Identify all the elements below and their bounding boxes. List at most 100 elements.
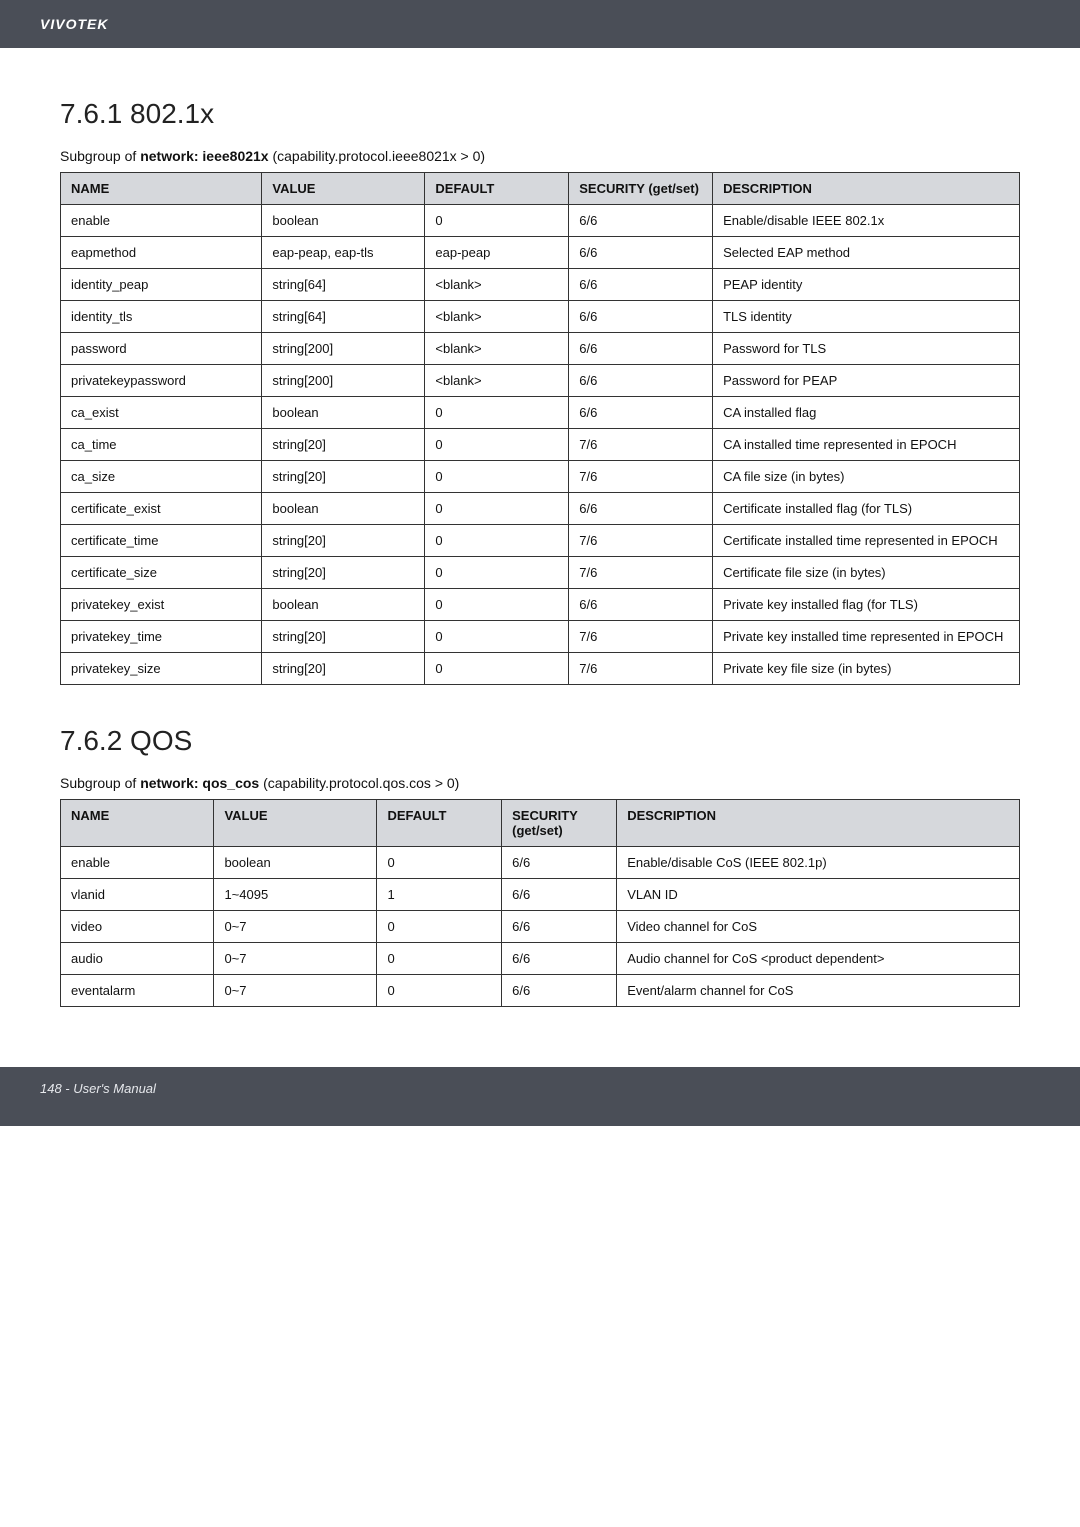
col-name-header: NAME [61, 800, 214, 847]
table-header-row: NAME VALUE DEFAULT SECURITY (get/set) DE… [61, 800, 1020, 847]
cell-security: 6/6 [569, 365, 713, 397]
table-row: enableboolean06/6Enable/disable IEEE 802… [61, 205, 1020, 237]
cell-value: string[20] [262, 557, 425, 589]
doc-footer: 148 - User's Manual [0, 1067, 1080, 1126]
cell-name: ca_size [61, 461, 262, 493]
cell-security: 6/6 [569, 493, 713, 525]
cell-security: 6/6 [569, 397, 713, 429]
cell-name: video [61, 911, 214, 943]
subgroup-name: network: qos_cos [140, 775, 259, 791]
cell-name: certificate_size [61, 557, 262, 589]
cell-value: string[64] [262, 301, 425, 333]
cell-desc: Enable/disable IEEE 802.1x [713, 205, 1020, 237]
cell-security: 6/6 [502, 975, 617, 1007]
cell-desc: Video channel for CoS [617, 911, 1020, 943]
cell-value: string[200] [262, 333, 425, 365]
footer-text: 148 - User's Manual [40, 1081, 156, 1096]
cell-value: string[20] [262, 429, 425, 461]
cell-default: 0 [377, 847, 502, 879]
cell-desc: VLAN ID [617, 879, 1020, 911]
cell-desc: Certificate file size (in bytes) [713, 557, 1020, 589]
cell-value: boolean [262, 493, 425, 525]
cell-security: 7/6 [569, 653, 713, 685]
cell-desc: Selected EAP method [713, 237, 1020, 269]
cell-value: 0~7 [214, 975, 377, 1007]
table-row: privatekey_existboolean06/6Private key i… [61, 589, 1020, 621]
cell-name: audio [61, 943, 214, 975]
col-desc-header: DESCRIPTION [617, 800, 1020, 847]
cell-security: 7/6 [569, 525, 713, 557]
cell-security: 6/6 [569, 237, 713, 269]
cell-name: privatekey_time [61, 621, 262, 653]
section-heading-qos: 7.6.2 QOS [60, 725, 1020, 757]
cell-security: 6/6 [569, 205, 713, 237]
cell-security: 6/6 [502, 847, 617, 879]
cell-name: eventalarm [61, 975, 214, 1007]
cell-value: string[20] [262, 525, 425, 557]
col-def-header: DEFAULT [377, 800, 502, 847]
cell-default: 0 [425, 653, 569, 685]
table-row: video0~706/6Video channel for CoS [61, 911, 1020, 943]
cell-desc: Private key installed flag (for TLS) [713, 589, 1020, 621]
cell-default: 0 [425, 429, 569, 461]
cell-security: 7/6 [569, 461, 713, 493]
doc-content: 7.6.1 802.1x Subgroup of network: ieee80… [0, 48, 1080, 1067]
table-row: certificate_sizestring[20]07/6Certificat… [61, 557, 1020, 589]
cell-default: 0 [377, 911, 502, 943]
table-qos: NAME VALUE DEFAULT SECURITY (get/set) DE… [60, 799, 1020, 1007]
table-row: enableboolean06/6Enable/disable CoS (IEE… [61, 847, 1020, 879]
cell-value: boolean [262, 589, 425, 621]
cell-default: 0 [377, 943, 502, 975]
cell-default: 0 [425, 589, 569, 621]
brand-text: VIVOTEK [40, 16, 108, 32]
cell-name: password [61, 333, 262, 365]
cell-security: 7/6 [569, 429, 713, 461]
col-def-header: DEFAULT [425, 173, 569, 205]
cell-value: string[20] [262, 621, 425, 653]
cell-default: 0 [425, 461, 569, 493]
cell-name: privatekey_size [61, 653, 262, 685]
cell-value: 0~7 [214, 911, 377, 943]
subgroup-name: network: ieee8021x [140, 148, 268, 164]
table-row: eventalarm0~706/6Event/alarm channel for… [61, 975, 1020, 1007]
cell-name: ca_exist [61, 397, 262, 429]
cell-value: boolean [262, 205, 425, 237]
col-desc-header: DESCRIPTION [713, 173, 1020, 205]
cell-desc: Enable/disable CoS (IEEE 802.1p) [617, 847, 1020, 879]
cell-value: string[20] [262, 653, 425, 685]
table-row: identity_peapstring[64]<blank>6/6PEAP id… [61, 269, 1020, 301]
table-row: privatekey_timestring[20]07/6Private key… [61, 621, 1020, 653]
cell-desc: Certificate installed time represented i… [713, 525, 1020, 557]
table-8021x: NAME VALUE DEFAULT SECURITY (get/set) DE… [60, 172, 1020, 685]
table-row: privatekeypasswordstring[200]<blank>6/6P… [61, 365, 1020, 397]
cell-security: 6/6 [502, 879, 617, 911]
cell-value: eap-peap, eap-tls [262, 237, 425, 269]
cell-default: 0 [425, 621, 569, 653]
cell-default: <blank> [425, 301, 569, 333]
table-row: identity_tlsstring[64]<blank>6/6TLS iden… [61, 301, 1020, 333]
table-row: ca_timestring[20]07/6CA installed time r… [61, 429, 1020, 461]
cell-name: privatekey_exist [61, 589, 262, 621]
cell-security: 6/6 [502, 943, 617, 975]
cell-desc: Private key file size (in bytes) [713, 653, 1020, 685]
cell-security: 6/6 [502, 911, 617, 943]
cell-default: <blank> [425, 269, 569, 301]
cell-desc: Password for PEAP [713, 365, 1020, 397]
cell-value: boolean [214, 847, 377, 879]
subgroup-prefix: Subgroup of [60, 148, 136, 164]
cell-value: string[20] [262, 461, 425, 493]
cell-name: privatekeypassword [61, 365, 262, 397]
cell-name: identity_tls [61, 301, 262, 333]
cell-desc: Audio channel for CoS <product dependent… [617, 943, 1020, 975]
doc-header: VIVOTEK [0, 0, 1080, 48]
table-row: ca_sizestring[20]07/6CA file size (in by… [61, 461, 1020, 493]
cell-value: string[64] [262, 269, 425, 301]
cell-value: 0~7 [214, 943, 377, 975]
col-sec-header: SECURITY (get/set) [569, 173, 713, 205]
cell-desc: Certificate installed flag (for TLS) [713, 493, 1020, 525]
subgroup-label-8021x: Subgroup of network: ieee8021x (capabili… [60, 148, 1020, 164]
cell-desc: CA installed time represented in EPOCH [713, 429, 1020, 461]
cell-desc: Private key installed time represented i… [713, 621, 1020, 653]
table-row: eapmethodeap-peap, eap-tlseap-peap6/6Sel… [61, 237, 1020, 269]
col-value-header: VALUE [214, 800, 377, 847]
